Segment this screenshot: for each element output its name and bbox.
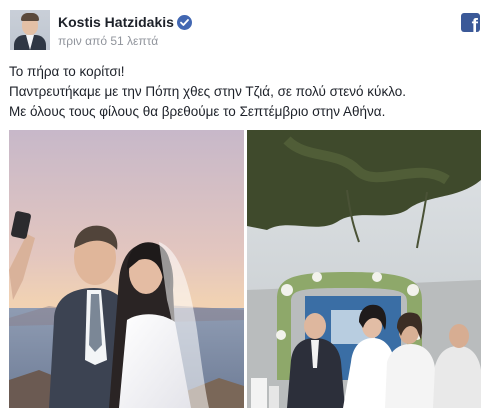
facebook-logo-icon: f: [461, 13, 480, 32]
post-line-1: Το πήρα το κορίτσι!: [9, 64, 125, 79]
post-line-3: Με όλους τους φίλους θα βρεθούμε το Σεπτ…: [9, 104, 386, 119]
author-avatar[interactable]: [10, 10, 50, 50]
author-name[interactable]: Kostis Hatzidakis: [58, 14, 174, 30]
avatar-hair: [21, 13, 39, 21]
post-line-2: Παντρευτήκαμε με την Πόπη χθες στην Τζιά…: [9, 84, 406, 99]
facebook-post: Kostis Hatzidakis πριν από 51 λεπτά f Το…: [0, 0, 487, 413]
post-timestamp[interactable]: πριν από 51 λεπτά: [58, 34, 158, 48]
wedding-ceremony-photo[interactable]: [247, 130, 481, 408]
wedding-selfie-photo[interactable]: [9, 130, 244, 408]
post-message: Το πήρα το κορίτσι! Παντρευτήκαμε με την…: [9, 62, 479, 122]
verified-badge-icon: [177, 15, 192, 30]
